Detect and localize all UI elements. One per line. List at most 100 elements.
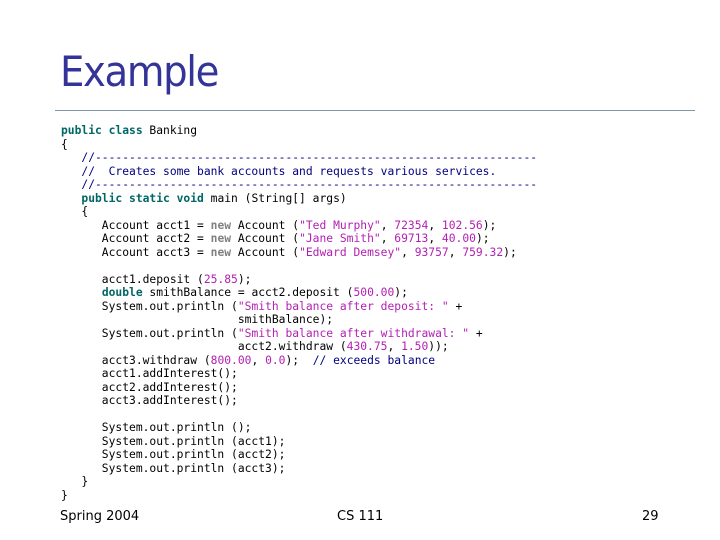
code-text: acct2.withdraw ( [61,340,347,353]
code-text: , [428,232,442,245]
code-line: Account acct2 = new Account ("Jane Smith… [61,232,537,246]
code-text: acct3.withdraw ( [61,353,211,367]
code-text: + [448,299,463,313]
code-number: 430.75 [346,340,388,353]
code-line: acct1.addInterest(); [61,367,537,381]
code-string: "Jane Smith" [299,232,381,245]
code-text: System.out.println (acct1); [61,434,286,448]
code-text: System.out.println (acct2); [61,448,286,461]
code-number: 40.00 [441,232,476,245]
code-number: 93757 [414,245,449,259]
code-text: main (String[] args) [203,191,347,205]
code-text: + [469,326,483,340]
code-string: "Edward Demsey" [299,245,402,259]
code-number: 1.50 [401,340,429,353]
code-string: "Smith balance after deposit: " [237,299,449,313]
code-text: ); [237,272,252,286]
code-line: Account acct1 = new Account ("Ted Murphy… [61,219,537,233]
code-text: smithBalance = acct2.deposit ( [142,286,354,299]
code-string: "Smith balance after withdrawal: " [237,326,470,340]
code-text: acct1.addInterest(); [61,367,238,380]
code-line: //--------------------------------------… [61,151,537,165]
code-line: double smithBalance = acct2.deposit (500… [61,286,537,300]
code-text: acct3.addInterest(); [61,394,238,407]
code-text: ); [475,232,490,245]
code-number: 500.00 [353,286,395,299]
code-line: System.out.println (acct3); [61,462,537,476]
footer-page-number: 29 [642,509,659,524]
code-text: Account acct2 = [61,232,211,245]
code-keyword: public class [61,124,143,137]
code-number: 69713 [394,232,429,245]
code-text: ); [503,245,517,259]
code-text: , [387,340,402,353]
code-text: , [401,245,415,259]
code-line: smithBalance); [61,313,537,327]
code-text: } [61,488,68,502]
code-line: System.out.println ("Smith balance after… [61,300,537,314]
code-text: Account acct3 = [61,245,211,259]
code-text: acct1.deposit ( [61,272,204,286]
code-line: public class Banking [61,124,537,138]
code-text: { [61,205,89,218]
code-text: System.out.println (acct3); [61,461,286,475]
code-line: System.out.println (acct1); [61,435,537,449]
code-text: acct2.addInterest(); [61,380,238,394]
code-text: , [428,218,442,232]
code-keyword-new: new [210,245,232,259]
code-number: 759.32 [462,245,504,259]
code-line: acct2.addInterest(); [61,381,537,395]
code-text: System.out.println ( [61,326,238,340]
code-line: System.out.println (); [61,421,537,435]
code-line: } [61,489,537,503]
code-text: Account ( [231,245,300,259]
code-text: , [380,218,395,232]
code-line: Account acct3 = new Account ("Edward Dem… [61,246,537,260]
code-keyword: public static void [81,191,204,205]
title-divider [55,110,695,111]
code-text: } [61,475,89,488]
code-line: //--------------------------------------… [61,178,537,192]
code-text: Account ( [231,232,300,245]
code-text: Account acct1 = [61,218,211,232]
code-comment: // Creates some bank accounts and reques… [61,164,497,178]
code-text: Banking [142,124,198,137]
code-number: 72354 [394,218,429,232]
code-text: { [61,137,68,151]
code-comment: // exceeds balance [312,353,436,367]
footer-course: CS 111 [337,509,384,524]
code-text: System.out.println ( [61,299,238,313]
code-text: System.out.println (); [61,421,252,434]
code-text: , [448,245,463,259]
code-line: public static void main (String[] args) [61,192,537,206]
code-line: // Creates some bank accounts and reques… [61,165,537,179]
code-text: ); [394,286,408,299]
code-keyword-new: new [210,218,232,232]
code-text: Account ( [231,218,300,232]
code-number: 0.0 [265,353,286,367]
code-text: ); [285,353,313,367]
code-comment: //--------------------------------------… [61,151,538,164]
code-line: System.out.println ("Smith balance after… [61,327,537,341]
code-line: acct3.withdraw (800.00, 0.0); // exceeds… [61,354,537,368]
code-string: "Ted Murphy" [299,218,381,232]
code-number: 25.85 [203,272,238,286]
code-line: acct2.withdraw (430.75, 1.50)); [61,340,537,354]
code-listing: public class Banking{ //----------------… [61,124,537,502]
code-number: 800.00 [210,353,252,367]
code-line: acct3.addInterest(); [61,394,537,408]
footer-date: Spring 2004 [60,509,140,524]
code-comment: //--------------------------------------… [61,178,538,191]
code-line: System.out.println (acct2); [61,448,537,462]
code-text: , [380,232,395,245]
code-line: { [61,205,537,219]
code-text: , [251,353,266,367]
code-text: smithBalance); [61,313,334,326]
code-text: ); [482,218,497,232]
code-text: )); [428,340,449,353]
code-line: } [61,475,537,489]
